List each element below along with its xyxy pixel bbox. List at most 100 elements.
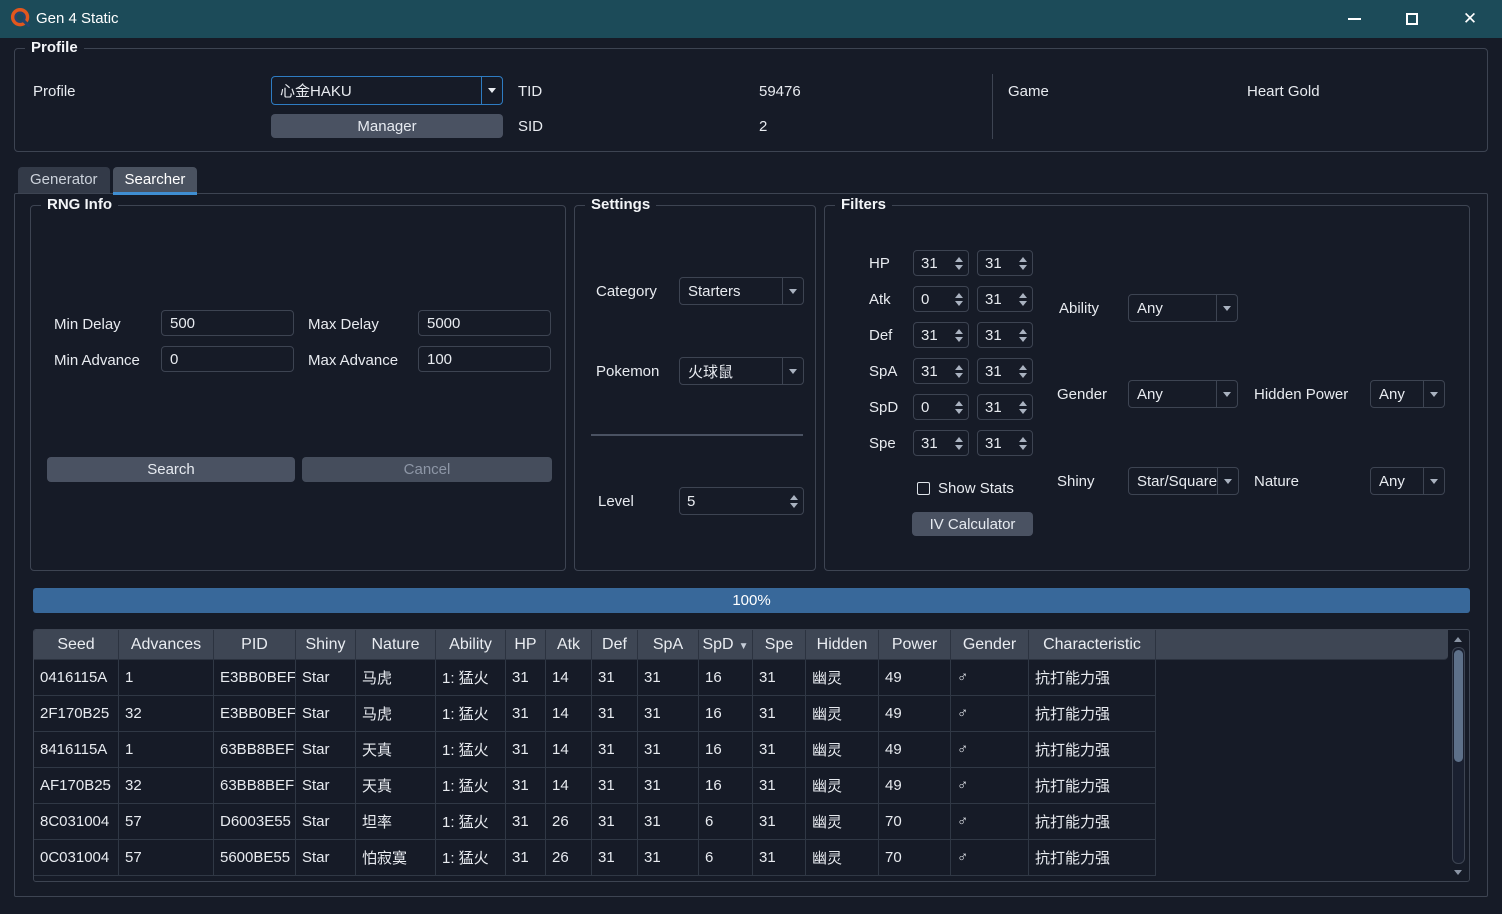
max-delay-input[interactable]: 5000 [418,310,551,336]
result-row[interactable]: 8C03100457D6003E55Star坦率1: 猛火31263131631… [34,804,1448,840]
pokemon-combobox[interactable]: 火球鼠 [679,357,804,385]
iv-max-spinbox[interactable]: 31 [977,250,1033,276]
result-row[interactable]: AF170B253263BB8BEFStar天真1: 猛火31143131163… [34,768,1448,804]
column-header-hp[interactable]: HP [506,630,546,660]
iv-min-spinbox[interactable]: 0 [913,394,969,420]
iv-max-spinbox[interactable]: 31 [977,358,1033,384]
nature-combobox[interactable]: Any [1370,467,1445,495]
result-cell: 32 [119,768,214,804]
result-row[interactable]: 0416115A1E3BB0BEFStar马虎1: 猛火311431311631… [34,660,1448,696]
column-header-spd[interactable]: SpD▼ [699,630,753,660]
column-header-def[interactable]: Def [592,630,638,660]
column-header-shiny[interactable]: Shiny [296,630,356,660]
scroll-down-icon[interactable] [1454,866,1462,878]
iv-min-spinbox[interactable]: 31 [913,430,969,456]
result-cell: 天真 [356,768,436,804]
chevron-down-icon[interactable] [1423,381,1444,407]
spinner-arrows-icon[interactable] [952,365,968,378]
maximize-button[interactable] [1397,4,1427,34]
iv-min-spinbox[interactable]: 31 [913,322,969,348]
level-spinbox-value: 5 [680,493,787,510]
column-header-label: HP [514,636,536,653]
spinner-arrows-icon[interactable] [952,437,968,450]
spinner-arrows-icon[interactable] [1016,293,1032,306]
iv-max-spinbox[interactable]: 31 [977,286,1033,312]
max-advance-input[interactable]: 100 [418,346,551,372]
min-delay-input[interactable]: 500 [161,310,294,336]
search-button[interactable]: Search [47,457,295,482]
result-cell: 63BB8BEF [214,768,296,804]
iv-min-spinbox[interactable]: 31 [913,250,969,276]
spinner-arrows-icon[interactable] [1016,365,1032,378]
column-header-hidden[interactable]: Hidden [806,630,879,660]
column-header-pid[interactable]: PID [214,630,296,660]
hidden-power-combobox[interactable]: Any [1370,380,1445,408]
column-header-seed[interactable]: Seed [34,630,119,660]
result-cell: 31 [592,732,638,768]
chevron-down-icon[interactable] [481,77,502,104]
minimize-button[interactable] [1339,4,1369,34]
iv-max-spinbox[interactable]: 31 [977,394,1033,420]
close-button[interactable]: ✕ [1455,4,1485,34]
column-header-atk[interactable]: Atk [546,630,592,660]
level-spinbox[interactable]: 5 [679,487,804,515]
spinner-arrows-icon[interactable] [1016,437,1032,450]
iv-max-spinbox[interactable]: 31 [977,322,1033,348]
shiny-combobox[interactable]: Star/Square [1128,467,1239,495]
spinner-arrows-icon[interactable] [952,401,968,414]
chevron-down-icon[interactable] [1216,295,1237,321]
category-combobox[interactable]: Starters [679,277,804,305]
tab-searcher[interactable]: Searcher [113,167,198,193]
column-header-power[interactable]: Power [879,630,951,660]
gender-combobox[interactable]: Any [1128,380,1238,408]
column-header-label: Power [892,636,937,653]
iv-min-spinbox[interactable]: 0 [913,286,969,312]
chevron-down-icon[interactable] [782,358,803,384]
column-header-nature[interactable]: Nature [356,630,436,660]
level-label: Level [598,493,634,510]
chevron-down-icon[interactable] [1217,468,1238,494]
profile-combobox[interactable]: 心金HAKU [271,76,503,105]
result-cell: 31 [592,768,638,804]
cancel-button[interactable]: Cancel [302,457,552,482]
iv-calculator-button[interactable]: IV Calculator [912,512,1033,536]
iv-min-spinbox[interactable]: 31 [913,358,969,384]
scroll-up-icon[interactable] [1454,633,1462,645]
scrollbar-handle[interactable] [1454,650,1463,762]
min-advance-input[interactable]: 0 [161,346,294,372]
spinner-arrows-icon[interactable] [1016,329,1032,342]
spinner-arrows-icon[interactable] [952,329,968,342]
column-header-spe[interactable]: Spe [753,630,806,660]
spinner-arrows-icon[interactable] [952,293,968,306]
column-header-ability[interactable]: Ability [436,630,506,660]
ability-combobox[interactable]: Any [1128,294,1238,322]
chevron-down-icon[interactable] [1216,381,1237,407]
result-row[interactable]: 0C031004575600BE55Star怕寂寞1: 猛火3126313163… [34,840,1448,876]
result-row[interactable]: 8416115A163BB8BEFStar天真1: 猛火311431311631… [34,732,1448,768]
chevron-down-icon[interactable] [1423,468,1444,494]
iv-max-spinbox[interactable]: 31 [977,430,1033,456]
spinner-arrows-icon[interactable] [952,257,968,270]
column-header-characteristic[interactable]: Characteristic [1029,630,1156,660]
progress-bar: 100% [33,588,1470,613]
column-header-gender[interactable]: Gender [951,630,1029,660]
table-vertical-scrollbar[interactable] [1450,633,1466,878]
spinner-arrows-icon[interactable] [1016,401,1032,414]
chevron-down-icon[interactable] [782,278,803,304]
spinner-arrows-icon[interactable] [1016,257,1032,270]
manager-button[interactable]: Manager [271,114,503,138]
result-cell: 马虎 [356,696,436,732]
scrollbar-track[interactable] [1452,647,1465,864]
result-row[interactable]: 2F170B2532E3BB0BEFStar马虎1: 猛火31143131163… [34,696,1448,732]
show-stats-checkbox[interactable]: Show Stats [917,480,1014,497]
tab-generator[interactable]: Generator [18,167,110,193]
column-header-label: Gender [963,636,1016,653]
result-cell: 31 [753,732,806,768]
results-table: SeedAdvancesPIDShinyNatureAbility HP AtkDe… [34,630,1448,876]
column-header-advances[interactable]: Advances [119,630,214,660]
column-header-spa[interactable]: SpA [638,630,699,660]
result-cell: 14 [546,768,592,804]
spinner-arrows-icon[interactable] [787,495,803,508]
result-cell: Star [296,768,356,804]
checkbox-icon[interactable] [917,482,930,495]
